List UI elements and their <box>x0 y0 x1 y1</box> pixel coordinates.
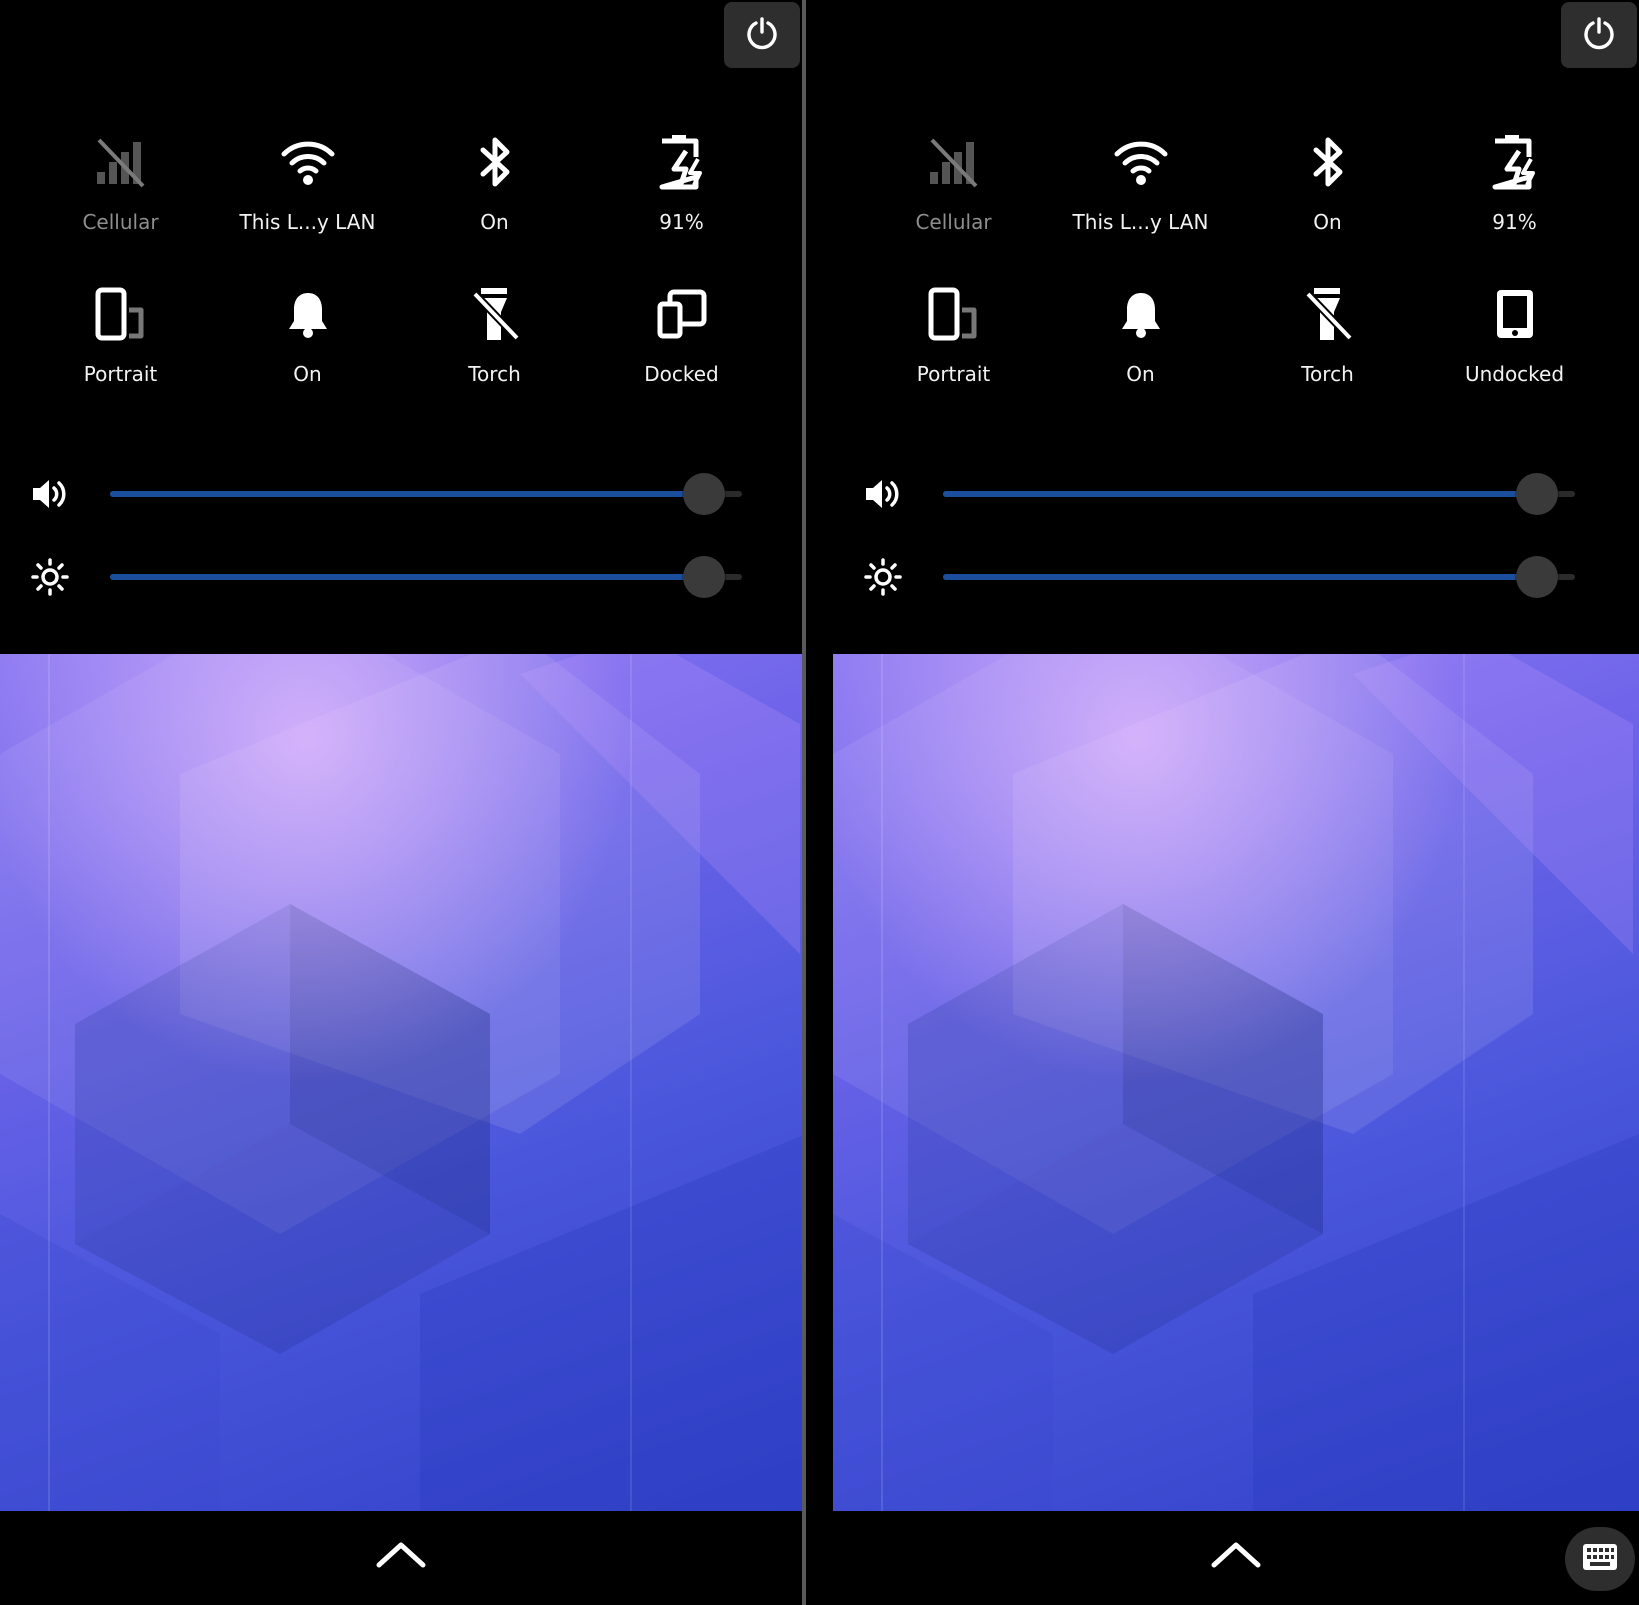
tile-cellular[interactable]: Cellular <box>27 130 214 282</box>
tile-notifications[interactable]: On <box>1047 282 1234 434</box>
tile-rotation[interactable]: Portrait <box>860 282 1047 434</box>
wallpaper <box>0 654 802 1511</box>
tile-notifications-label: On <box>293 362 322 386</box>
tile-rotation[interactable]: Portrait <box>27 282 214 434</box>
battery-charging-icon <box>1483 130 1547 194</box>
rotation-portrait-icon <box>89 282 153 346</box>
tile-notifications-label: On <box>1126 362 1155 386</box>
battery-charging-icon <box>650 130 714 194</box>
tile-docked[interactable]: Docked <box>588 282 775 434</box>
cellular-off-icon <box>89 130 153 194</box>
chevron-up-icon <box>1210 1542 1262 1573</box>
tile-torch-label: Torch <box>1301 362 1354 386</box>
volume-slider-fill <box>110 491 705 497</box>
tile-torch[interactable]: Torch <box>1234 282 1421 434</box>
screenshot-frame: Cellular This L...y LAN On 91% Portrait On Tor… <box>0 0 1639 1605</box>
wifi-icon <box>276 130 340 194</box>
power-button[interactable] <box>724 2 800 68</box>
brightness-slider-fill <box>110 574 705 580</box>
bluetooth-icon <box>463 130 527 194</box>
tile-rotation-label: Portrait <box>83 362 158 386</box>
tile-battery[interactable]: 91% <box>588 130 775 282</box>
brightness-slider-row <box>833 555 1613 599</box>
tile-docked-label: Undocked <box>1464 362 1565 386</box>
app-drawer-button[interactable] <box>1210 1539 1262 1569</box>
quick-settings-grid: Cellular This L...y LAN On 91% Portrait On Tor… <box>833 130 1639 434</box>
bottom-bar <box>833 1511 1639 1605</box>
volume-high-icon <box>863 476 903 512</box>
quick-settings-grid: Cellular This L...y LAN On 91% Portrait On Tor… <box>0 130 802 434</box>
brightness-slider-handle[interactable] <box>683 556 726 598</box>
power-button[interactable] <box>1561 2 1637 68</box>
volume-slider[interactable] <box>110 473 742 515</box>
undocked-icon <box>1483 282 1547 346</box>
bell-icon <box>276 282 340 346</box>
volume-slider-row <box>833 472 1613 516</box>
phone-screen-left: Cellular This L...y LAN On 91% Portrait On Tor… <box>0 0 802 1605</box>
volume-high-icon <box>30 476 70 512</box>
tile-torch-label: Torch <box>468 362 521 386</box>
cellular-off-icon <box>922 130 986 194</box>
tile-cellular-label: Cellular <box>915 210 992 234</box>
tile-cellular[interactable]: Cellular <box>860 130 1047 282</box>
volume-slider[interactable] <box>943 473 1575 515</box>
tile-wifi-label: This L...y LAN <box>239 210 376 234</box>
keyboard-button[interactable] <box>1565 1527 1635 1591</box>
tile-bluetooth[interactable]: On <box>1234 130 1421 282</box>
torch-off-icon <box>1296 282 1360 346</box>
volume-slider-handle[interactable] <box>683 473 726 515</box>
keyboard-icon <box>1581 1542 1619 1576</box>
tile-cellular-label: Cellular <box>82 210 159 234</box>
volume-slider-handle[interactable] <box>1516 473 1559 515</box>
brightness-icon <box>30 558 70 596</box>
bell-icon <box>1109 282 1173 346</box>
app-drawer-button[interactable] <box>375 1539 427 1569</box>
bluetooth-icon <box>1296 130 1360 194</box>
chevron-up-icon <box>375 1542 427 1573</box>
volume-slider-fill <box>943 491 1538 497</box>
tile-docked-label: Docked <box>644 362 719 386</box>
docked-icon <box>650 282 714 346</box>
bottom-bar <box>0 1511 802 1605</box>
wifi-icon <box>1109 130 1173 194</box>
power-icon <box>745 16 779 54</box>
tile-notifications[interactable]: On <box>214 282 401 434</box>
tile-bluetooth-label: On <box>1313 210 1342 234</box>
brightness-slider[interactable] <box>110 556 742 598</box>
brightness-icon <box>863 558 903 596</box>
tile-battery-label: 91% <box>659 210 704 234</box>
tile-bluetooth-label: On <box>480 210 509 234</box>
power-icon <box>1582 16 1616 54</box>
brightness-slider-row <box>0 555 780 599</box>
tile-wifi[interactable]: This L...y LAN <box>214 130 401 282</box>
tile-rotation-label: Portrait <box>916 362 991 386</box>
rotation-portrait-icon <box>922 282 986 346</box>
tile-wifi-label: This L...y LAN <box>1072 210 1209 234</box>
brightness-slider[interactable] <box>943 556 1575 598</box>
tile-battery-label: 91% <box>1492 210 1537 234</box>
tile-torch[interactable]: Torch <box>401 282 588 434</box>
torch-off-icon <box>463 282 527 346</box>
tile-docked[interactable]: Undocked <box>1421 282 1608 434</box>
screen-divider <box>802 0 806 1605</box>
phone-screen-right: Cellular This L...y LAN On 91% Portrait On Tor… <box>833 0 1639 1605</box>
volume-slider-row <box>0 472 780 516</box>
wallpaper <box>833 654 1639 1511</box>
brightness-slider-handle[interactable] <box>1516 556 1559 598</box>
brightness-slider-fill <box>943 574 1538 580</box>
tile-battery[interactable]: 91% <box>1421 130 1608 282</box>
tile-bluetooth[interactable]: On <box>401 130 588 282</box>
tile-wifi[interactable]: This L...y LAN <box>1047 130 1234 282</box>
